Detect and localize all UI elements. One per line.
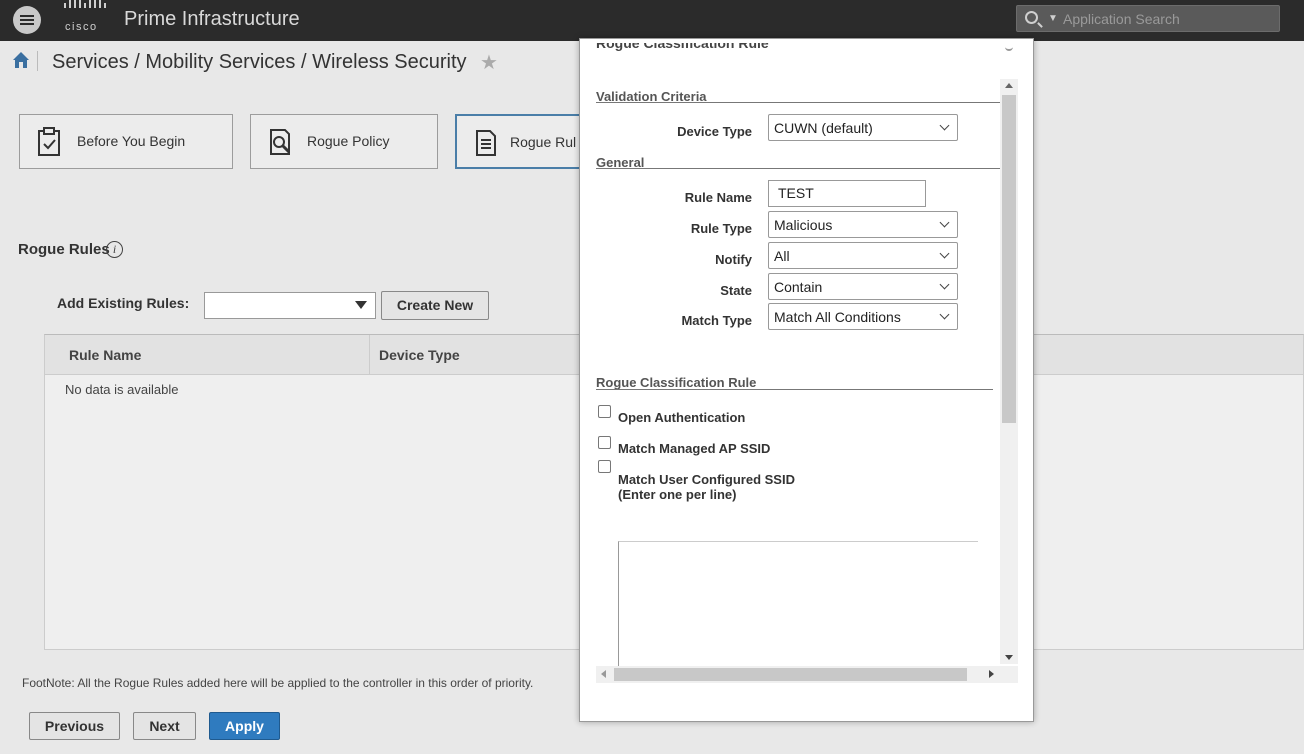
dropdown-arrow-icon (355, 301, 367, 309)
dialog-body: Validation Criteria Device Type CUWN (de… (596, 79, 1000, 669)
column-divider (369, 335, 370, 375)
step-rogue-rules[interactable]: Rogue Rul (455, 114, 595, 169)
home-icon[interactable] (12, 51, 30, 69)
app-title: Prime Infrastructure (124, 8, 300, 30)
step-label: Rogue Policy (307, 133, 390, 149)
column-header-device-type[interactable]: Device Type (379, 347, 460, 363)
add-existing-rules-select[interactable] (204, 292, 376, 319)
add-existing-rules-label: Add Existing Rules: (57, 295, 190, 311)
rule-type-select[interactable]: Malicious (768, 211, 958, 238)
open-authentication-label: Open Authentication (618, 410, 746, 425)
match-type-value: Match All Conditions (774, 309, 901, 325)
search-placeholder: Application Search (1063, 11, 1180, 27)
column-header-rule-name[interactable]: Rule Name (69, 347, 141, 363)
info-icon[interactable]: i (106, 241, 123, 258)
match-user-ssid-checkbox[interactable] (598, 460, 611, 473)
chevron-down-icon (939, 279, 950, 290)
apply-button[interactable]: Apply (209, 712, 280, 740)
rogue-rule-dialog: Rogue Classification Rule Validation Cri… (579, 38, 1034, 722)
create-new-button[interactable]: Create New (381, 291, 489, 320)
chevron-down-icon (939, 248, 950, 259)
breadcrumb-separator (37, 51, 38, 71)
scroll-up-arrow-icon[interactable] (1005, 83, 1013, 88)
vertical-scroll-thumb[interactable] (1002, 95, 1016, 423)
classification-rule-title: Rogue Classification Rule (596, 375, 757, 390)
notify-select[interactable]: All (768, 242, 958, 269)
policy-search-icon (270, 129, 291, 155)
top-header: cisco Prime Infrastructure ▼ Application… (0, 0, 1304, 41)
scroll-down-arrow-icon[interactable] (1005, 655, 1013, 660)
footnote: FootNote: All the Rogue Rules added here… (22, 676, 534, 690)
match-managed-ssid-checkbox[interactable] (598, 436, 611, 449)
rogue-rules-title: Rogue Rules (18, 241, 110, 258)
state-select[interactable]: Contain (768, 273, 958, 300)
clipboard-check-icon (38, 127, 60, 156)
next-button[interactable]: Next (133, 712, 196, 740)
match-type-label: Match Type (681, 313, 752, 328)
previous-button[interactable]: Previous (29, 712, 120, 740)
match-user-ssid-hint: (Enter one per line) (618, 487, 737, 502)
notify-value: All (774, 248, 790, 264)
device-type-label: Device Type (677, 124, 752, 139)
cisco-logo-text: cisco (65, 21, 98, 33)
dialog-title: Rogue Classification Rule (596, 43, 769, 51)
section-divider (596, 168, 1000, 169)
step-rogue-policy[interactable]: Rogue Policy (250, 114, 438, 169)
rule-name-label: Rule Name (684, 190, 752, 205)
search-scope-dropdown-icon[interactable]: ▼ (1048, 13, 1058, 24)
rule-name-value: TEST (778, 185, 814, 201)
empty-table-message: No data is available (65, 382, 179, 397)
horizontal-scroll-thumb[interactable] (614, 668, 967, 681)
device-type-select[interactable]: CUWN (default) (768, 114, 958, 141)
chevron-down-icon (939, 120, 950, 131)
document-list-icon (476, 130, 496, 156)
step-label: Rogue Rul (510, 134, 577, 150)
step-before-you-begin[interactable]: Before You Begin (19, 114, 233, 169)
chevron-down-icon (939, 309, 950, 320)
vertical-scrollbar[interactable] (1000, 79, 1018, 664)
section-divider (596, 102, 1000, 103)
scroll-right-arrow-icon[interactable] (989, 670, 994, 678)
hamburger-menu-icon[interactable] (13, 6, 41, 34)
cisco-logo: cisco (62, 0, 110, 34)
breadcrumb: Services / Mobility Services / Wireless … (52, 51, 467, 73)
state-value: Contain (774, 279, 823, 295)
match-managed-ssid-label: Match Managed AP SSID (618, 441, 771, 456)
section-divider (596, 389, 993, 390)
notify-label: Notify (715, 252, 752, 267)
rule-type-value: Malicious (774, 217, 833, 233)
close-icon[interactable] (1005, 45, 1013, 51)
scroll-left-arrow-icon[interactable] (601, 670, 606, 678)
match-user-ssid-label: Match User Configured SSID (618, 472, 795, 487)
search-icon (1025, 11, 1038, 24)
rule-name-input[interactable]: TEST (768, 180, 926, 207)
horizontal-scrollbar[interactable] (596, 666, 1018, 683)
open-authentication-checkbox[interactable] (598, 405, 611, 418)
match-type-select[interactable]: Match All Conditions (768, 303, 958, 330)
device-type-value: CUWN (default) (774, 120, 873, 136)
step-label: Before You Begin (77, 133, 186, 149)
rule-type-label: Rule Type (690, 221, 752, 236)
application-search-input[interactable]: ▼ Application Search (1016, 5, 1280, 32)
state-label: State (720, 283, 752, 298)
favorite-star-icon[interactable]: ★ (480, 50, 498, 75)
user-ssid-textarea[interactable] (618, 541, 978, 669)
chevron-down-icon (939, 217, 950, 228)
